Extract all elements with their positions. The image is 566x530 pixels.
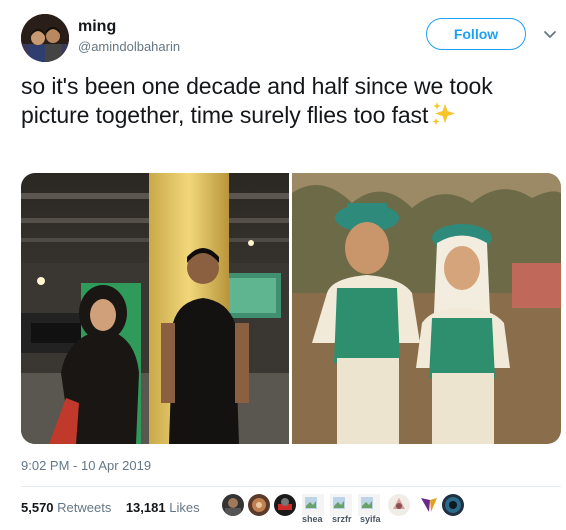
engagement-stats: 5,570 Retweets 13,181 Likes — [21, 500, 200, 515]
likes-count[interactable]: 13,181 — [126, 500, 166, 515]
liker-avatar[interactable] — [442, 494, 464, 516]
display-name[interactable]: ming — [78, 18, 116, 36]
user-handle[interactable]: @amindolbaharin — [78, 39, 180, 54]
avatar[interactable] — [21, 14, 69, 62]
liker-avatar-broken[interactable] — [302, 494, 324, 516]
chevron-down-icon[interactable] — [540, 24, 560, 44]
liker-avatar-broken[interactable] — [330, 494, 352, 516]
liker-avatar[interactable] — [274, 494, 296, 516]
liker-name[interactable]: shea — [302, 514, 323, 524]
liker-name[interactable]: syifa — [360, 514, 381, 524]
sparkles-icon — [430, 101, 458, 127]
liker-avatar[interactable] — [388, 494, 410, 516]
retweets-count[interactable]: 5,570 — [21, 500, 54, 515]
liker-name[interactable]: srzfr — [332, 514, 352, 524]
tweet-timestamp[interactable]: 9:02 PM - 10 Apr 2019 — [21, 458, 151, 473]
retweets-label[interactable]: Retweets — [57, 500, 111, 515]
photo-childhood[interactable] — [292, 173, 561, 444]
liker-avatar[interactable] — [222, 494, 244, 516]
photo-night[interactable] — [21, 173, 289, 444]
divider — [21, 486, 561, 487]
tweet-body: so it's been one decade and half since w… — [21, 73, 493, 128]
liker-avatar[interactable] — [418, 494, 440, 516]
liker-avatar[interactable] — [248, 494, 270, 516]
liker-avatar-broken[interactable] — [358, 494, 380, 516]
tweet-media[interactable] — [21, 173, 561, 444]
tweet-text: so it's been one decade and half since w… — [21, 72, 551, 130]
likes-label[interactable]: Likes — [169, 500, 199, 515]
follow-button[interactable]: Follow — [426, 18, 526, 50]
